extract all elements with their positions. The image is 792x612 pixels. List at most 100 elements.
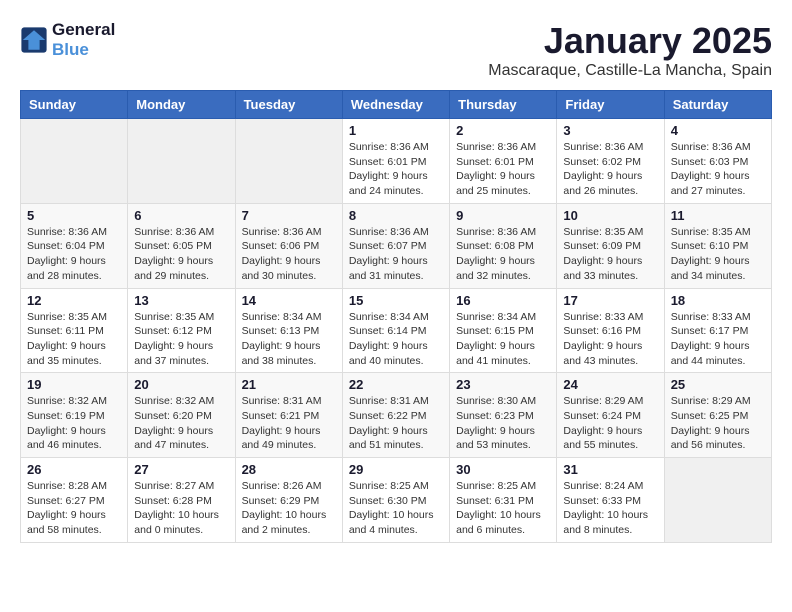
logo-text-line2: Blue	[52, 40, 115, 60]
calendar-cell: 22 Sunrise: 8:31 AM Sunset: 6:22 PM Dayli…	[342, 373, 449, 458]
day-info: Sunrise: 8:30 AM Sunset: 6:23 PM Dayligh…	[456, 394, 550, 453]
day-number: 3	[563, 123, 657, 138]
day-info: Sunrise: 8:25 AM Sunset: 6:30 PM Dayligh…	[349, 479, 443, 538]
calendar-cell: 2Sunrise: 8:36 AM Sunset: 6:01 PM Daylig…	[450, 119, 557, 204]
calendar-cell: 10 Sunrise: 8:35 AM Sunset: 6:09 PM Dayli…	[557, 203, 664, 288]
day-info: Sunrise: 8:36 AM Sunset: 6:01 PM Dayligh…	[456, 140, 550, 199]
weekday-header-monday: Monday	[128, 91, 235, 119]
month-title: January 2025	[488, 20, 772, 62]
day-info: Sunrise: 8:29 AM Sunset: 6:25 PM Dayligh…	[671, 394, 765, 453]
weekday-header-thursday: Thursday	[450, 91, 557, 119]
day-info: Sunrise: 8:35 AM Sunset: 6:11 PM Dayligh…	[27, 310, 121, 369]
day-number: 10	[563, 208, 657, 223]
day-info: Sunrise: 8:36 AM Sunset: 6:01 PM Dayligh…	[349, 140, 443, 199]
week-row-2: 5 Sunrise: 8:36 AM Sunset: 6:04 PM Daylig…	[21, 203, 772, 288]
calendar-cell: 27Sunrise: 8:27 AM Sunset: 6:28 PM Dayli…	[128, 458, 235, 543]
day-number: 20	[134, 377, 228, 392]
calendar-cell: 5 Sunrise: 8:36 AM Sunset: 6:04 PM Daylig…	[21, 203, 128, 288]
calendar-cell: 24 Sunrise: 8:29 AM Sunset: 6:24 PM Dayli…	[557, 373, 664, 458]
calendar-cell: 3 Sunrise: 8:36 AM Sunset: 6:02 PM Daylig…	[557, 119, 664, 204]
day-info: Sunrise: 8:36 AM Sunset: 6:08 PM Dayligh…	[456, 225, 550, 284]
weekday-header-row: SundayMondayTuesdayWednesdayThursdayFrid…	[21, 91, 772, 119]
day-info: Sunrise: 8:26 AM Sunset: 6:29 PM Dayligh…	[242, 479, 336, 538]
weekday-header-friday: Friday	[557, 91, 664, 119]
day-info: Sunrise: 8:34 AM Sunset: 6:13 PM Dayligh…	[242, 310, 336, 369]
week-row-3: 12 Sunrise: 8:35 AM Sunset: 6:11 PM Dayli…	[21, 288, 772, 373]
day-info: Sunrise: 8:36 AM Sunset: 6:05 PM Dayligh…	[134, 225, 228, 284]
day-info: Sunrise: 8:27 AM Sunset: 6:28 PM Dayligh…	[134, 479, 228, 538]
location: Mascaraque, Castille-La Mancha, Spain	[488, 62, 772, 80]
calendar-cell: 4Sunrise: 8:36 AM Sunset: 6:03 PM Daylig…	[664, 119, 771, 204]
title-area: January 2025 Mascaraque, Castille-La Man…	[488, 20, 772, 80]
week-row-5: 26Sunrise: 8:28 AM Sunset: 6:27 PM Dayli…	[21, 458, 772, 543]
day-info: Sunrise: 8:36 AM Sunset: 6:04 PM Dayligh…	[27, 225, 121, 284]
day-number: 28	[242, 462, 336, 477]
weekday-header-wednesday: Wednesday	[342, 91, 449, 119]
calendar-cell: 20Sunrise: 8:32 AM Sunset: 6:20 PM Dayli…	[128, 373, 235, 458]
calendar-cell	[235, 119, 342, 204]
calendar-cell: 28 Sunrise: 8:26 AM Sunset: 6:29 PM Dayli…	[235, 458, 342, 543]
calendar-cell: 18Sunrise: 8:33 AM Sunset: 6:17 PM Dayli…	[664, 288, 771, 373]
calendar-cell	[21, 119, 128, 204]
day-info: Sunrise: 8:24 AM Sunset: 6:33 PM Dayligh…	[563, 479, 657, 538]
day-number: 22	[349, 377, 443, 392]
day-number: 29	[349, 462, 443, 477]
day-number: 26	[27, 462, 121, 477]
day-info: Sunrise: 8:36 AM Sunset: 6:06 PM Dayligh…	[242, 225, 336, 284]
day-info: Sunrise: 8:34 AM Sunset: 6:15 PM Dayligh…	[456, 310, 550, 369]
day-info: Sunrise: 8:36 AM Sunset: 6:02 PM Dayligh…	[563, 140, 657, 199]
weekday-header-tuesday: Tuesday	[235, 91, 342, 119]
calendar-cell: 13 Sunrise: 8:35 AM Sunset: 6:12 PM Dayli…	[128, 288, 235, 373]
day-info: Sunrise: 8:31 AM Sunset: 6:22 PM Dayligh…	[349, 394, 443, 453]
day-info: Sunrise: 8:35 AM Sunset: 6:10 PM Dayligh…	[671, 225, 765, 284]
calendar-cell: 8 Sunrise: 8:36 AM Sunset: 6:07 PM Daylig…	[342, 203, 449, 288]
day-number: 23	[456, 377, 550, 392]
calendar-cell	[664, 458, 771, 543]
calendar-cell: 9 Sunrise: 8:36 AM Sunset: 6:08 PM Daylig…	[450, 203, 557, 288]
day-number: 30	[456, 462, 550, 477]
day-info: Sunrise: 8:29 AM Sunset: 6:24 PM Dayligh…	[563, 394, 657, 453]
logo-icon	[20, 26, 48, 54]
calendar-cell: 14Sunrise: 8:34 AM Sunset: 6:13 PM Dayli…	[235, 288, 342, 373]
calendar-cell: 1 Sunrise: 8:36 AM Sunset: 6:01 PM Daylig…	[342, 119, 449, 204]
day-number: 24	[563, 377, 657, 392]
calendar-cell: 21 Sunrise: 8:31 AM Sunset: 6:21 PM Dayli…	[235, 373, 342, 458]
calendar-cell: 19Sunrise: 8:32 AM Sunset: 6:19 PM Dayli…	[21, 373, 128, 458]
day-number: 8	[349, 208, 443, 223]
calendar-cell: 29 Sunrise: 8:25 AM Sunset: 6:30 PM Dayli…	[342, 458, 449, 543]
day-info: Sunrise: 8:35 AM Sunset: 6:12 PM Dayligh…	[134, 310, 228, 369]
weekday-header-saturday: Saturday	[664, 91, 771, 119]
day-number: 11	[671, 208, 765, 223]
day-info: Sunrise: 8:33 AM Sunset: 6:16 PM Dayligh…	[563, 310, 657, 369]
day-number: 31	[563, 462, 657, 477]
day-info: Sunrise: 8:36 AM Sunset: 6:07 PM Dayligh…	[349, 225, 443, 284]
day-number: 5	[27, 208, 121, 223]
day-number: 16	[456, 293, 550, 308]
day-info: Sunrise: 8:31 AM Sunset: 6:21 PM Dayligh…	[242, 394, 336, 453]
day-number: 1	[349, 123, 443, 138]
calendar-cell	[128, 119, 235, 204]
day-number: 7	[242, 208, 336, 223]
week-row-1: 1 Sunrise: 8:36 AM Sunset: 6:01 PM Daylig…	[21, 119, 772, 204]
day-info: Sunrise: 8:36 AM Sunset: 6:03 PM Dayligh…	[671, 140, 765, 199]
week-row-4: 19Sunrise: 8:32 AM Sunset: 6:19 PM Dayli…	[21, 373, 772, 458]
page-header: General Blue January 2025 Mascaraque, Ca…	[20, 20, 772, 80]
calendar-cell: 12 Sunrise: 8:35 AM Sunset: 6:11 PM Dayli…	[21, 288, 128, 373]
day-number: 12	[27, 293, 121, 308]
calendar-cell: 25Sunrise: 8:29 AM Sunset: 6:25 PM Dayli…	[664, 373, 771, 458]
calendar-cell: 31 Sunrise: 8:24 AM Sunset: 6:33 PM Dayli…	[557, 458, 664, 543]
day-number: 21	[242, 377, 336, 392]
calendar-cell: 6 Sunrise: 8:36 AM Sunset: 6:05 PM Daylig…	[128, 203, 235, 288]
day-info: Sunrise: 8:25 AM Sunset: 6:31 PM Dayligh…	[456, 479, 550, 538]
day-info: Sunrise: 8:35 AM Sunset: 6:09 PM Dayligh…	[563, 225, 657, 284]
calendar-cell: 7 Sunrise: 8:36 AM Sunset: 6:06 PM Daylig…	[235, 203, 342, 288]
day-number: 6	[134, 208, 228, 223]
logo: General Blue	[20, 20, 115, 60]
calendar-cell: 23 Sunrise: 8:30 AM Sunset: 6:23 PM Dayli…	[450, 373, 557, 458]
day-number: 9	[456, 208, 550, 223]
day-info: Sunrise: 8:34 AM Sunset: 6:14 PM Dayligh…	[349, 310, 443, 369]
day-number: 13	[134, 293, 228, 308]
day-number: 17	[563, 293, 657, 308]
day-number: 19	[27, 377, 121, 392]
calendar-cell: 26Sunrise: 8:28 AM Sunset: 6:27 PM Dayli…	[21, 458, 128, 543]
